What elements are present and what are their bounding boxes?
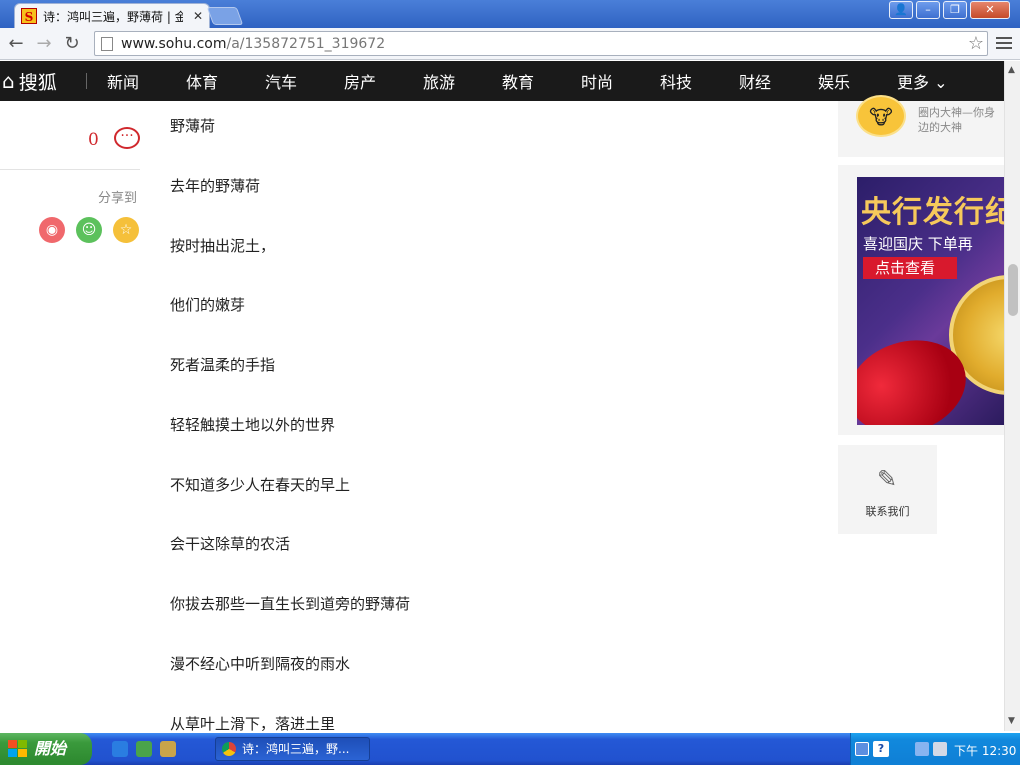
sohu-favicon-icon: S bbox=[21, 8, 37, 24]
reload-icon[interactable]: ↻ bbox=[60, 32, 84, 56]
network-icon[interactable] bbox=[933, 742, 947, 756]
start-button[interactable]: 開始 bbox=[0, 733, 92, 765]
tab-close-icon[interactable]: ✕ bbox=[193, 9, 203, 23]
contact-us-button[interactable]: ✎ 联系我们 bbox=[838, 445, 937, 534]
article-paragraph: 会干这除草的农活 bbox=[170, 535, 291, 553]
restore-button[interactable]: ❐ bbox=[943, 1, 967, 19]
media-quicklaunch-icon[interactable] bbox=[160, 741, 176, 757]
share-label: 分享到 bbox=[98, 191, 138, 206]
weibo-share-icon[interactable]: ◉ bbox=[39, 217, 65, 243]
author-card[interactable]: 🐮 圈内大神—你身边的大神 bbox=[838, 95, 1004, 157]
article-paragraph: 轻轻触摸土地以外的世界 bbox=[170, 416, 336, 434]
desktop-quicklaunch-icon[interactable] bbox=[136, 741, 152, 757]
edit-feedback-icon: ✎ bbox=[876, 465, 898, 493]
keyboard-icon[interactable] bbox=[855, 742, 869, 756]
bookmark-star-icon[interactable]: ☆ bbox=[968, 33, 984, 54]
ad-view-button[interactable]: 点击查看 bbox=[863, 257, 957, 279]
page-scrollbar[interactable]: ▲ ▼ bbox=[1004, 61, 1020, 731]
nav-item-finance[interactable]: 财经 bbox=[739, 69, 818, 93]
input-method-icon[interactable]: ? bbox=[873, 741, 889, 757]
article-paragraph: 野薄荷 bbox=[170, 117, 216, 135]
nav-divider bbox=[86, 73, 87, 89]
url-text[interactable]: www.sohu.com/a/135872751_319672 bbox=[121, 36, 385, 52]
article-paragraph: 去年的野薄荷 bbox=[170, 177, 261, 195]
article-paragraph: 他们的嫩芽 bbox=[170, 296, 246, 314]
ie-quicklaunch-icon[interactable] bbox=[112, 741, 128, 757]
author-avatar[interactable]: 🐮 bbox=[856, 95, 906, 137]
back-arrow-icon[interactable]: ← bbox=[4, 32, 28, 56]
ad-title: 央行发行纪 bbox=[861, 195, 1004, 230]
nav-item-sports[interactable]: 体育 bbox=[186, 69, 265, 93]
taskbar: 開始 诗：鸿叫三遍，野... ? 下午 12:30 bbox=[0, 733, 1020, 765]
scrollbar-thumb[interactable] bbox=[1008, 264, 1018, 316]
ad-banner[interactable]: 央行发行纪 喜迎国庆 下单再 点击查看 bbox=[857, 177, 1004, 425]
article-paragraph: 按时抽出泥土， bbox=[170, 237, 276, 255]
close-window-button[interactable]: ✕ bbox=[970, 1, 1010, 19]
ad-card: 央行发行纪 喜迎国庆 下单再 点击查看 bbox=[838, 165, 1004, 435]
minimize-button[interactable]: – bbox=[916, 1, 940, 19]
article-paragraph: 不知道多少人在春天的早上 bbox=[170, 476, 351, 494]
site-nav-bar: ⌂ 搜狐 新闻 体育 汽车 房产 旅游 教育 时尚 科技 财经 娱乐 更多 bbox=[0, 61, 1004, 101]
nav-item-entertainment[interactable]: 娱乐 bbox=[818, 69, 897, 93]
browser-toolbar: ← → ↻ www.sohu.com/a/135872751_319672 ☆ bbox=[0, 28, 1020, 60]
article-paragraph: 漫不经心中听到隔夜的雨水 bbox=[170, 655, 351, 673]
wechat-share-icon[interactable]: ☺ bbox=[76, 217, 102, 243]
nav-item-tech[interactable]: 科技 bbox=[660, 69, 739, 93]
author-description: 圈内大神—你身边的大神 bbox=[918, 106, 995, 134]
article-paragraph: 死者温柔的手指 bbox=[170, 356, 276, 374]
browser-menu-icon[interactable] bbox=[996, 34, 1012, 52]
contact-label: 联系我们 bbox=[865, 505, 910, 518]
tab-title: 诗：鸿叫三遍，野薄荷 | 金 bbox=[43, 9, 183, 24]
favorite-star-icon[interactable]: ☆ bbox=[113, 217, 139, 243]
nav-item-house[interactable]: 房产 bbox=[344, 69, 423, 93]
title-bar: S 诗：鸿叫三遍，野薄荷 | 金 ✕ 👤 – ❐ ✕ bbox=[0, 0, 1020, 28]
nav-item-auto[interactable]: 汽车 bbox=[265, 69, 344, 93]
user-profile-icon[interactable]: 👤 bbox=[889, 1, 913, 19]
nav-item-news[interactable]: 新闻 bbox=[107, 69, 186, 93]
divider bbox=[0, 169, 140, 170]
comment-icon[interactable]: ··· bbox=[114, 127, 140, 149]
nav-item-fashion[interactable]: 时尚 bbox=[581, 69, 660, 93]
scroll-down-arrow-icon[interactable]: ▼ bbox=[1008, 716, 1015, 726]
ad-subtitle: 喜迎国庆 下单再 bbox=[863, 235, 973, 253]
nav-item-education[interactable]: 教育 bbox=[502, 69, 581, 93]
forward-arrow-icon[interactable]: → bbox=[32, 32, 56, 56]
article-paragraph: 你拔去那些一直生长到道旁的野薄荷 bbox=[170, 595, 411, 613]
sohu-logo[interactable]: ⌂ 搜狐 bbox=[0, 68, 86, 95]
page-icon bbox=[101, 36, 113, 51]
windows-flag-icon bbox=[8, 740, 28, 758]
article-paragraph: 从草叶上滑下，落进土里 bbox=[170, 715, 336, 733]
system-tray: ? 下午 12:30 bbox=[850, 733, 1020, 765]
comment-count: 0 bbox=[88, 130, 99, 150]
home-icon: ⌂ bbox=[2, 69, 15, 93]
taskbar-chrome-window[interactable]: 诗：鸿叫三遍，野... bbox=[215, 737, 370, 761]
scroll-up-arrow-icon[interactable]: ▲ bbox=[1008, 65, 1015, 75]
address-bar[interactable]: www.sohu.com/a/135872751_319672 ☆ bbox=[94, 31, 988, 56]
nav-item-more[interactable]: 更多 bbox=[897, 69, 976, 93]
new-tab-button[interactable] bbox=[206, 7, 244, 25]
chrome-icon bbox=[222, 742, 236, 756]
taskbar-clock: 下午 12:30 bbox=[954, 744, 1017, 758]
tray-expand-icon[interactable] bbox=[915, 742, 929, 756]
browser-tab-active[interactable]: S 诗：鸿叫三遍，野薄荷 | 金 ✕ bbox=[14, 3, 210, 28]
nav-item-travel[interactable]: 旅游 bbox=[423, 69, 502, 93]
